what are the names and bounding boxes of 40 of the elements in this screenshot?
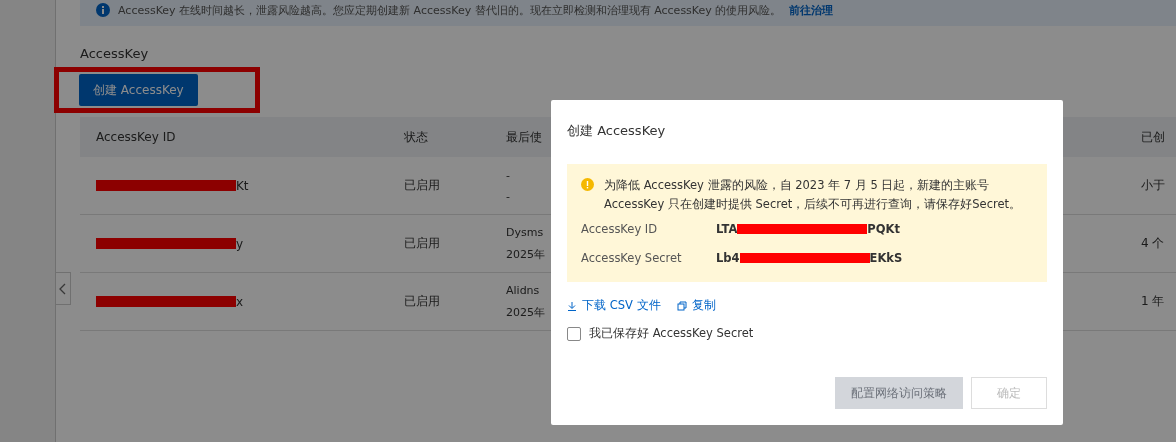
- column-header: 已创: [1141, 129, 1165, 144]
- column-header: AccessKey ID: [96, 130, 176, 144]
- info-icon: [96, 3, 110, 17]
- column-header: 最后使: [506, 129, 542, 144]
- download-icon: [567, 300, 577, 311]
- checkbox-label: 我已保存好 AccessKey Secret: [589, 326, 754, 341]
- created-cell: 4 个: [1141, 236, 1165, 250]
- status-cell: 已启用: [404, 294, 440, 308]
- banner-text: AccessKey 在线时间越长，泄露风险越高。您应定期创建新 AccessKey 替代旧的。现在立即检测和治理现有 AccessKey 的使用风险。: [118, 2, 782, 18]
- warning-text: 为降低 AccessKey 泄露的风险，自 2023 年 7 月 5 日起，新建的主账号 AccessKey 只在创建时提供 Secret，后续不可再进行查询，请保存好Secret。: [604, 177, 1023, 213]
- govern-link[interactable]: 前往治理: [789, 2, 834, 18]
- last-used-text: -: [506, 168, 510, 182]
- field-value-text: LTA: [716, 221, 738, 236]
- field-value-text: Lb4: [716, 250, 740, 265]
- chevron-left-icon: [59, 282, 67, 295]
- status-cell: 已启用: [404, 178, 440, 192]
- download-csv-link[interactable]: 下载 CSV 文件: [567, 298, 661, 313]
- last-used-text: -: [506, 189, 510, 203]
- create-accesskey-button[interactable]: 创建 AccessKey: [79, 74, 198, 106]
- status-cell: 已启用: [404, 236, 440, 250]
- column-header: 状态: [404, 129, 428, 144]
- dialog-title: 创建 AccessKey: [567, 122, 667, 140]
- field-label: AccessKey ID: [581, 221, 659, 236]
- last-used-text: 2025年: [506, 246, 545, 262]
- key-id-text: x: [236, 294, 244, 309]
- copy-icon: [676, 300, 687, 311]
- saved-checkbox[interactable]: [567, 326, 581, 341]
- field-label: AccessKey Secret: [581, 250, 683, 265]
- last-used-text: Dysms: [506, 225, 544, 239]
- field-value-text: PQKt: [867, 221, 900, 236]
- key-id-text: y: [236, 236, 244, 251]
- created-cell: 1 年: [1141, 294, 1165, 308]
- key-id-text: Kt: [236, 178, 249, 193]
- field-value-text: EKkS: [869, 250, 903, 265]
- created-cell: 小于: [1141, 178, 1165, 192]
- last-used-text: Alidns: [506, 283, 540, 297]
- warning-icon: [581, 178, 594, 191]
- copy-link[interactable]: 复制: [676, 298, 716, 313]
- section-title: AccessKey: [80, 46, 150, 61]
- last-used-text: 2025年: [506, 304, 545, 320]
